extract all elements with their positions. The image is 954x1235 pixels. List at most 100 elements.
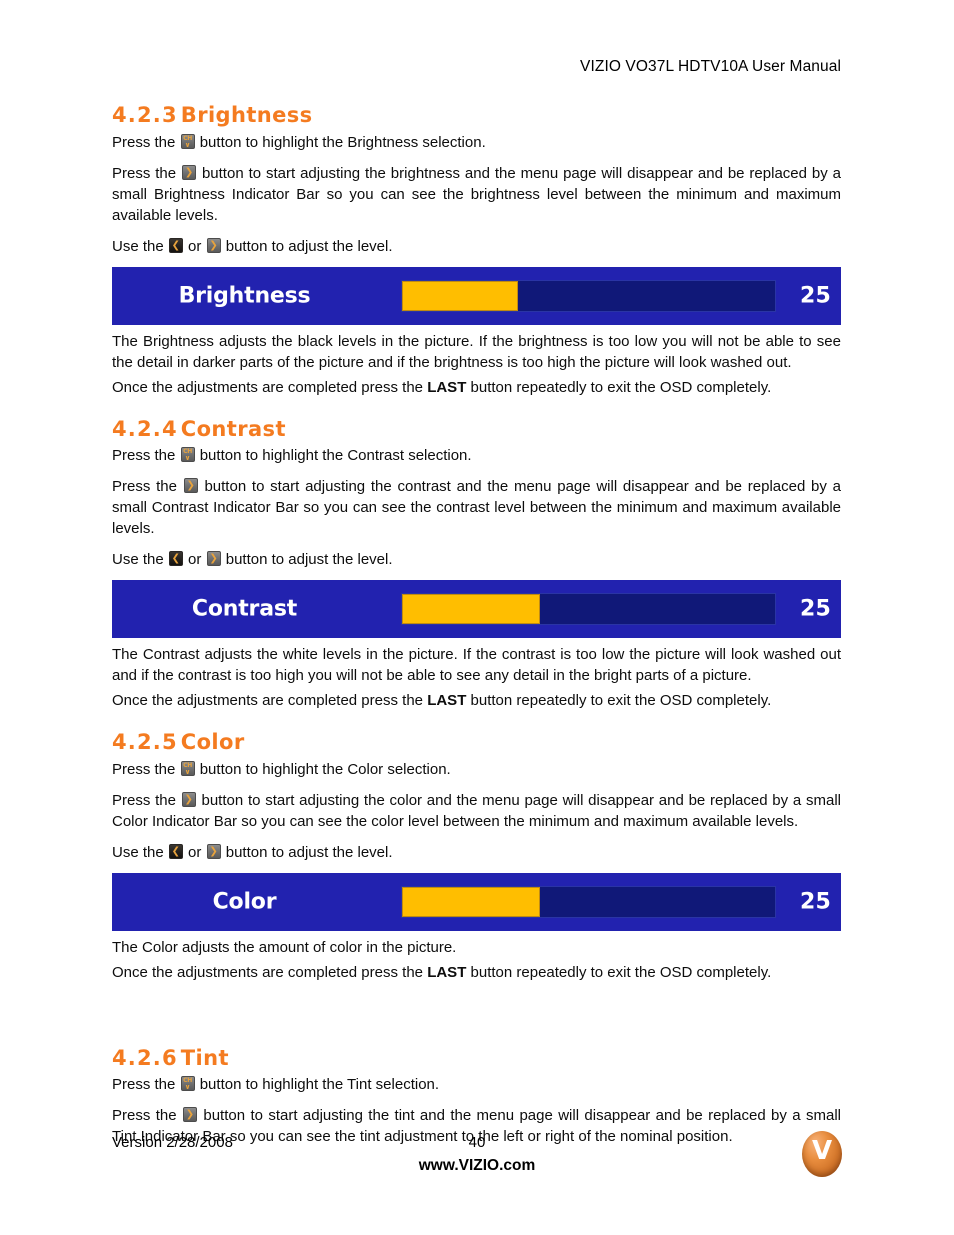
section-heading-brightness: 4.2.3 Brightness xyxy=(112,103,841,128)
osd-label: Color xyxy=(212,889,277,915)
arrow-left-key-icon: ❮ xyxy=(168,551,183,567)
last-button-keyword: LAST xyxy=(427,692,467,710)
section-number: 4.2.4 xyxy=(112,416,178,441)
text-fragment: Use the xyxy=(112,551,164,569)
section-number: 4.2.5 xyxy=(112,730,178,755)
ch-down-key-icon: CH ∨ xyxy=(180,1076,195,1092)
text-fragment: Press the xyxy=(112,791,176,809)
chevron-left-icon: ❮ xyxy=(171,239,181,251)
brightness-paragraph-1: Press the CH ∨ button to highlight the Br… xyxy=(112,132,841,153)
contrast-paragraph-2: Press the ❯ button to start adjusting th… xyxy=(112,476,841,539)
text-fragment: Once the adjustments are completed press… xyxy=(112,692,424,710)
text-fragment: button to adjust the level. xyxy=(225,843,393,861)
section-number: 4.2.6 xyxy=(112,1045,178,1070)
document-header-title: VIZIO VO37L HDTV10A User Manual xyxy=(580,58,841,75)
chevron-right-icon: ❯ xyxy=(186,480,195,492)
section-title: Color xyxy=(180,730,245,755)
text-fragment: Press the xyxy=(112,760,176,778)
contrast-description: The Contrast adjusts the white levels in… xyxy=(112,646,841,685)
chevron-down-icon: ∨ xyxy=(184,454,191,463)
osd-label: Brightness xyxy=(178,283,311,309)
osd-slider-fill xyxy=(402,280,518,311)
text-fragment: button repeatedly to exit the OSD comple… xyxy=(470,692,772,710)
tint-paragraph-1: Press the CH ∨ button to highlight the Ti… xyxy=(112,1074,841,1095)
arrow-right-key-icon: ❯ xyxy=(206,551,221,567)
text-fragment: Once the adjustments are completed press… xyxy=(112,963,424,981)
chevron-left-icon: ❮ xyxy=(171,845,181,857)
osd-indicator-bar-contrast: Contrast 25 xyxy=(112,580,841,639)
arrow-left-key-icon: ❮ xyxy=(168,843,183,859)
contrast-paragraph-3: Use the ❮ or ❯ button to adjust the leve… xyxy=(112,549,841,570)
text-fragment: or xyxy=(188,237,202,255)
chevron-right-icon: ❯ xyxy=(209,553,218,565)
color-paragraph-3: Use the ❮ or ❯ button to adjust the leve… xyxy=(112,842,841,863)
text-fragment: button to highlight the Contrast selecti… xyxy=(199,447,472,465)
color-paragraph-1: Press the CH ∨ button to highlight the Co… xyxy=(112,759,841,780)
text-fragment: Press the xyxy=(112,1107,177,1125)
osd-value: 25 xyxy=(799,283,831,309)
last-button-keyword: LAST xyxy=(427,378,467,396)
text-fragment: Once the adjustments are completed press… xyxy=(112,378,424,396)
color-exit-instruction: Once the adjustments are completed press… xyxy=(112,962,841,983)
ch-down-key-icon: CH ∨ xyxy=(180,760,195,776)
color-description: The Color adjusts the amount of color in… xyxy=(112,938,457,956)
arrow-right-key-icon: ❯ xyxy=(206,237,221,253)
osd-indicator-bar-brightness: Brightness 25 xyxy=(112,266,841,325)
text-fragment: Press the xyxy=(112,447,176,465)
text-fragment: or xyxy=(188,551,202,569)
chevron-down-icon: ∨ xyxy=(184,767,191,776)
last-button-keyword: LAST xyxy=(427,963,467,981)
osd-value: 25 xyxy=(799,889,831,915)
document-content: 4.2.3 Brightness Press the CH ∨ button to … xyxy=(112,103,841,1147)
osd-slider-track[interactable] xyxy=(401,885,776,918)
text-fragment: Press the xyxy=(112,478,177,496)
arrow-right-key-icon: ❯ xyxy=(206,843,221,859)
text-fragment: button to start adjusting the brightness… xyxy=(112,164,841,224)
section-title: Tint xyxy=(180,1045,229,1070)
text-fragment: button repeatedly to exit the OSD comple… xyxy=(470,963,772,981)
osd-slider-track[interactable] xyxy=(401,593,776,626)
arrow-right-key-icon: ❯ xyxy=(181,791,196,807)
text-fragment: button to start adjusting the color and … xyxy=(112,791,842,830)
chevron-right-icon: ❯ xyxy=(184,166,194,178)
arrow-right-key-icon: ❯ xyxy=(183,478,198,494)
section-number: 4.2.3 xyxy=(112,103,178,127)
chevron-right-icon: ❯ xyxy=(209,239,218,251)
contrast-exit-instruction: Once the adjustments are completed press… xyxy=(112,690,841,711)
chevron-down-icon: ∨ xyxy=(184,140,191,149)
brightness-paragraph-3: Use the ❮ or ❯ button to adjust the leve… xyxy=(112,236,841,257)
section-heading-tint: 4.2.6 Tint xyxy=(112,1045,841,1071)
contrast-paragraph-1: Press the CH ∨ button to highlight the Co… xyxy=(112,445,841,466)
text-fragment: Use the xyxy=(112,237,164,255)
chevron-down-icon: ∨ xyxy=(184,1083,191,1092)
color-paragraph-2: Press the ❯ button to start adjusting th… xyxy=(112,790,841,832)
text-fragment: Press the xyxy=(112,1076,176,1094)
text-fragment: button to adjust the level. xyxy=(225,237,393,255)
osd-slider-fill xyxy=(402,594,540,625)
document-page: VIZIO VO37L HDTV10A User Manual 4.2.3 Bri… xyxy=(0,0,954,1235)
arrow-right-key-icon: ❯ xyxy=(182,164,197,180)
page-footer: Version 2/28/2008 40 www.VIZIO.com V xyxy=(0,1130,954,1190)
arrow-left-key-icon: ❮ xyxy=(168,237,183,253)
brightness-paragraph-2: Press the ❯ button to start adjusting th… xyxy=(112,163,841,226)
text-fragment: button to highlight the Tint selection. xyxy=(199,1076,440,1094)
chevron-right-icon: ❯ xyxy=(184,793,193,805)
text-fragment: button to start adjusting the contrast a… xyxy=(112,478,841,538)
osd-label: Contrast xyxy=(191,596,298,622)
text-fragment: Press the xyxy=(112,164,177,182)
text-fragment: button to adjust the level. xyxy=(225,551,393,569)
osd-slider-fill xyxy=(402,886,540,917)
ch-down-key-icon: CH ∨ xyxy=(180,447,195,463)
text-fragment: button repeatedly to exit the OSD comple… xyxy=(470,378,772,396)
text-fragment: or xyxy=(188,843,202,861)
text-fragment: button to highlight the Color selection. xyxy=(199,760,451,778)
chevron-left-icon: ❮ xyxy=(171,553,181,565)
vizio-logo-letter: V xyxy=(811,1136,833,1166)
text-fragment: button to highlight the Brightness selec… xyxy=(199,133,486,151)
osd-slider-track[interactable] xyxy=(401,279,776,312)
vizio-logo-icon: V xyxy=(802,1131,842,1177)
chevron-right-icon: ❯ xyxy=(185,1109,195,1121)
ch-down-key-icon: CH ∨ xyxy=(180,133,195,149)
text-fragment: Use the xyxy=(112,843,164,861)
section-title: Contrast xyxy=(180,416,286,441)
